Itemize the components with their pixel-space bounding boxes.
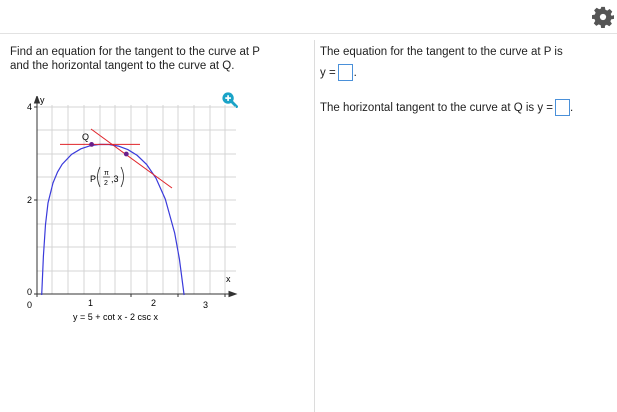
x-tick-label-0: 0 [27,300,32,310]
gear-icon[interactable] [592,6,614,28]
point-p-pi: π [104,170,109,177]
tangent-p-row: y = . [320,64,615,81]
point-p-letter: P [90,174,96,184]
question-line-1: Find an equation for the tangent to the … [10,46,260,58]
point-p-denominator: 2 [104,180,108,187]
point-p-label: P π 2 ,3 [90,166,124,188]
x-tick-label-1: 1 [88,298,93,308]
horizontal-tangent-row: The horizontal tangent to the curve at Q… [320,99,573,116]
horizontal-tangent-answer-input[interactable] [555,99,571,116]
grid-lines [37,105,236,295]
x-axis-label: x [226,274,231,284]
tangent-p-suffix: . [353,66,357,79]
function-graph: y x 4 2 0 0 1 2 3 Q P π 2 ,3 y = 5 + cot… [27,96,238,322]
tangent-p-answer-input[interactable] [337,64,353,81]
question-line-2: and the horizontal tangent to the curve … [10,60,235,72]
y-tick-label-0: 0 [27,287,32,297]
horizontal-tangent-suffix: . [570,101,574,114]
axes [33,96,238,298]
y-tick-label-4: 4 [27,102,32,112]
equation-caption: y = 5 + cot x - 2 csc x [73,312,159,322]
question-text: Find an equation for the tangent to the … [10,45,310,73]
point-p-y: ,3 [111,174,119,184]
tangent-p-prompt: The equation for the tangent to the curv… [320,46,563,58]
tangent-p-prefix: y = [320,66,336,79]
point-p [123,151,129,157]
answer-panel: The equation for the tangent to the curv… [320,45,615,81]
top-toolbar [0,0,617,34]
x-tick-label-2: 2 [151,298,156,308]
point-q [89,142,94,147]
horizontal-tangent-prompt: The horizontal tangent to the curve at Q… [320,101,554,114]
x-tick-label-3: 3 [203,300,208,310]
y-axis-label: y [40,96,45,105]
panel-divider [314,40,315,412]
y-tick-label-2: 2 [27,195,32,205]
point-q-label: Q [82,132,89,142]
